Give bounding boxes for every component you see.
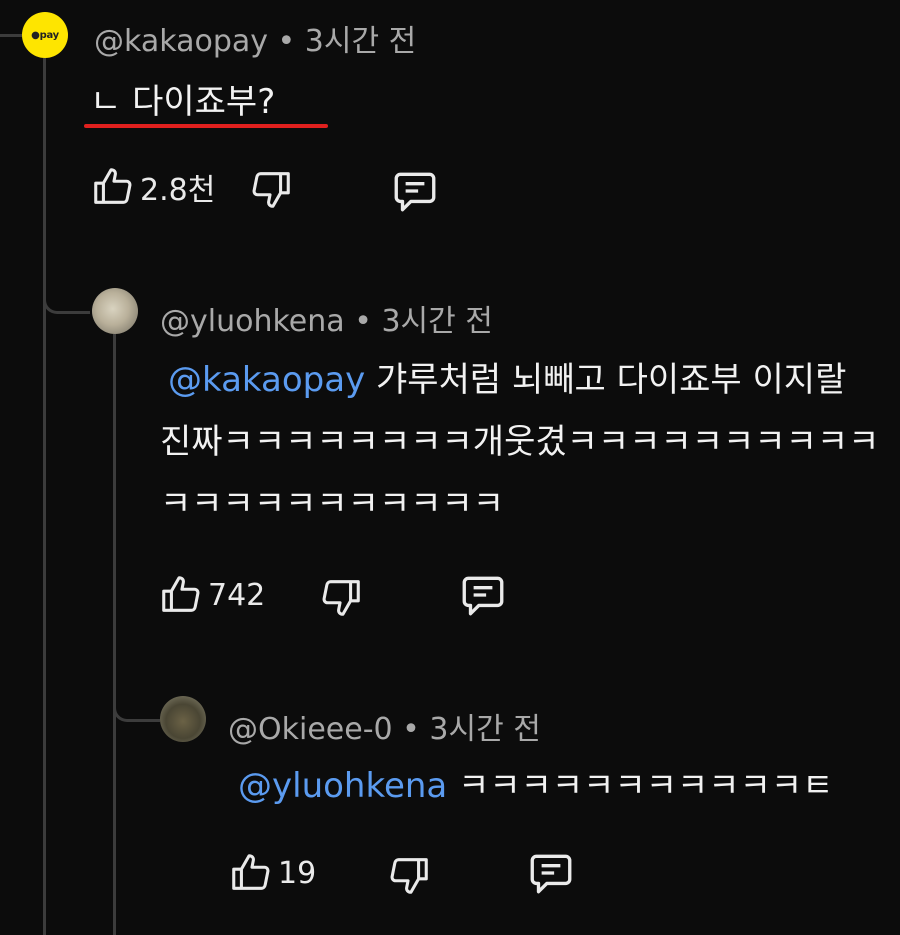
thread-branch (113, 660, 160, 722)
comment-text-line: @kakaopay 갸루처럼 뇌빼고 다이죠부 이지랄 (168, 352, 846, 401)
avatar-yluohkena[interactable] (92, 288, 138, 334)
reply-button[interactable] (390, 166, 440, 216)
dislike-button[interactable] (386, 852, 432, 898)
like-button[interactable]: 742 (158, 572, 265, 618)
dislike-button[interactable] (318, 574, 364, 620)
comment-meta: @Okieee-0 • 3시간 전 (228, 704, 541, 748)
reply-button[interactable] (526, 848, 576, 898)
comment-meta: @kakaopay • 3시간 전 (94, 16, 416, 60)
reply-button[interactable] (458, 570, 508, 620)
thumbs-up-icon (94, 168, 132, 204)
mention-link[interactable]: @yluohkena (238, 766, 447, 806)
comment-text: ㄴ 다이죠부? (90, 82, 276, 122)
thread-line (113, 334, 116, 935)
comment-text-line: @yluohkena ㅋㅋㅋㅋㅋㅋㅋㅋㅋㅋㅋㅌ (238, 758, 833, 807)
thumbs-up-icon (162, 576, 200, 612)
comment-text-line: ㅋㅋㅋㅋㅋㅋㅋㅋㅋㅋㅋ (160, 484, 505, 524)
timestamp: 3시간 전 (381, 304, 493, 339)
thumbs-down-icon (252, 172, 290, 208)
thumbs-up-icon (232, 854, 270, 890)
mention-link[interactable]: @kakaopay (168, 360, 365, 400)
meta-separator: • (402, 712, 420, 747)
thumbs-down-icon (390, 858, 428, 894)
like-count: 2.8천 (140, 173, 216, 208)
like-button[interactable]: 2.8천 (90, 164, 215, 210)
author-name[interactable]: @kakaopay (94, 24, 268, 59)
dislike-button[interactable] (248, 166, 294, 212)
like-count: 742 (208, 577, 266, 613)
highlight-underline (84, 124, 328, 128)
comment-meta: @yluohkena • 3시간 전 (160, 296, 493, 340)
thread-connector (0, 34, 22, 37)
timestamp: 3시간 전 (304, 24, 417, 59)
author-name[interactable]: @yluohkena (160, 304, 345, 339)
reply-icon (462, 576, 504, 616)
comment-text: ㅋㅋㅋㅋㅋㅋㅋㅋㅋㅋㅋㅌ (458, 766, 834, 806)
meta-separator: • (277, 24, 296, 59)
like-count: 19 (278, 855, 317, 891)
thumbs-down-icon (322, 580, 360, 616)
comment-text-line: 진짜ㅋㅋㅋㅋㅋㅋㅋㅋ개웃겼ㅋㅋㅋㅋㅋㅋㅋㅋㅋㅋ (160, 422, 880, 462)
avatar-kakaopay[interactable]: ●pay (22, 12, 68, 58)
comment-text: 갸루처럼 뇌빼고 다이죠부 이지랄 (376, 360, 847, 400)
author-name[interactable]: @Okieee-0 (228, 712, 393, 747)
meta-separator: • (354, 304, 372, 339)
reply-icon (530, 854, 572, 894)
timestamp: 3시간 전 (429, 712, 541, 747)
reply-icon (394, 172, 436, 212)
thread-line (43, 58, 46, 935)
thread-branch (43, 250, 90, 314)
avatar-label: ●pay (31, 29, 59, 41)
like-button[interactable]: 19 (228, 850, 316, 896)
avatar-okieee[interactable] (160, 696, 206, 742)
